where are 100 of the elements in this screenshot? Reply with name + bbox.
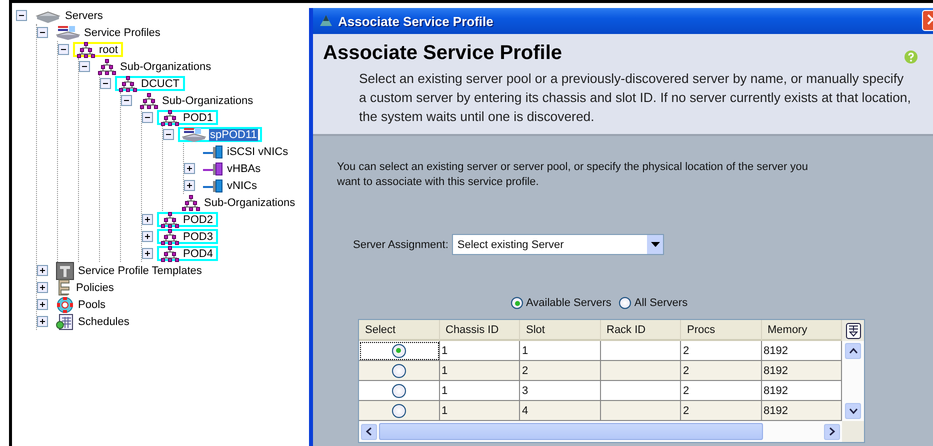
collapse-toggle[interactable]	[142, 112, 153, 123]
expand-toggle[interactable]	[37, 265, 48, 276]
hierarchy-icon	[161, 110, 179, 126]
pool-icon	[56, 296, 74, 314]
dialog-heading: Associate Service Profile	[323, 42, 562, 65]
chevron-up-icon	[848, 348, 858, 354]
tree-item[interactable]: POD2	[157, 212, 218, 227]
tree-item[interactable]: POD4	[157, 246, 218, 261]
row-radio[interactable]	[392, 384, 406, 398]
collapse-toggle[interactable]	[37, 27, 48, 38]
app-icon	[319, 14, 333, 28]
expand-toggle[interactable]	[184, 180, 195, 191]
table-cell: 1	[440, 381, 520, 401]
hierarchy-icon	[140, 92, 158, 108]
collapse-toggle[interactable]	[163, 129, 174, 140]
field-label: Server Assignment:	[353, 238, 448, 250]
tree-item[interactable]: Pools	[77, 298, 107, 310]
tree-item[interactable]: Sub-Organizations	[203, 196, 296, 208]
hierarchy-icon	[98, 58, 116, 74]
collapse-toggle[interactable]	[16, 10, 27, 21]
network-card-icon	[203, 178, 223, 192]
table-cell: 1	[440, 401, 520, 421]
collapse-toggle[interactable]	[100, 78, 111, 89]
hierarchy-icon	[161, 212, 179, 228]
hierarchy-icon	[161, 246, 179, 262]
tree-item[interactable]: POD1	[157, 110, 218, 125]
column-chooser-icon[interactable]	[846, 322, 860, 338]
intro-text: You can select an existing server or server pool, or specify the physical location of the server you want to associate with this service profile.	[337, 160, 810, 190]
calendar-icon	[56, 312, 74, 330]
expand-toggle[interactable]	[142, 214, 153, 225]
row-radio[interactable]	[392, 364, 406, 378]
tree-item[interactable]: Sub-Organizations	[119, 60, 212, 72]
tree-item[interactable]: Service Profiles	[83, 26, 162, 38]
server-profile-icon	[56, 24, 80, 40]
column-header[interactable]: Rack ID	[600, 320, 681, 341]
hierarchy-icon	[77, 42, 95, 58]
scroll-down-button[interactable]	[845, 403, 861, 419]
caret-icon	[650, 242, 660, 247]
table-cell: 8192	[762, 381, 842, 401]
expand-toggle[interactable]	[37, 299, 48, 310]
server-icon	[35, 8, 61, 22]
tree-item[interactable]: Sub-Organizations	[161, 94, 254, 106]
column-header[interactable]: Slot	[520, 320, 600, 341]
network-card-icon	[203, 162, 223, 176]
dialog-description: Select an existing server pool or a previously-discovered server by name, or manually specify a custom server by entering its chassis and slot ID. If no server currently exists at that location, the system waits until one is discovered.	[359, 70, 911, 126]
collapse-toggle[interactable]	[79, 61, 90, 72]
row-radio[interactable]	[392, 344, 406, 358]
hierarchy-icon	[119, 76, 137, 92]
scroll-up-button[interactable]	[845, 343, 861, 359]
table-cell: 2	[681, 401, 762, 421]
table-cell: 1	[440, 361, 520, 381]
chevron-down-icon	[848, 408, 858, 414]
table-cell: 1	[440, 341, 520, 361]
table-cell: 1	[520, 341, 600, 361]
table-cell: 2	[681, 361, 762, 381]
table-cell: 2	[681, 341, 762, 361]
column-header[interactable]: Procs	[681, 320, 762, 341]
tree-item[interactable]: Schedules	[77, 316, 130, 328]
tree-item[interactable]: vNICs	[226, 180, 258, 192]
chevron-left-icon	[366, 427, 372, 436]
scroll-right-button[interactable]	[824, 424, 840, 440]
expand-toggle[interactable]	[184, 163, 195, 174]
collapse-toggle[interactable]	[58, 44, 69, 55]
tree-item[interactable]: iSCSI vNICs	[226, 146, 290, 158]
server-profile-icon	[182, 126, 206, 142]
expand-toggle[interactable]	[37, 316, 48, 327]
tree-item[interactable]: root	[73, 42, 123, 57]
expand-toggle[interactable]	[37, 282, 48, 293]
chevron-right-icon	[829, 427, 835, 436]
table-cell: 8192	[762, 361, 842, 381]
tree-item[interactable]: vHBAs	[226, 162, 262, 174]
table-cell: 2	[520, 361, 600, 381]
server-assignment-dropdown[interactable]: Select existing Server	[452, 234, 664, 255]
tree-item[interactable]: DCUCT	[115, 76, 184, 91]
column-header[interactable]: Memory	[762, 320, 842, 341]
hierarchy-icon	[161, 228, 179, 244]
table-cell: 3	[520, 381, 600, 401]
table-cell: 4	[520, 401, 600, 421]
column-header[interactable]: Select	[359, 320, 440, 341]
scroll-left-button[interactable]	[361, 424, 377, 440]
tree-item[interactable]: spPOD11	[178, 127, 262, 142]
filter-radio[interactable]: All Servers	[619, 297, 688, 309]
tree-item[interactable]: Policies	[75, 282, 115, 294]
table-cell: 8192	[762, 401, 842, 421]
window-title: Associate Service Profile	[338, 14, 494, 28]
tree-item[interactable]: Service Profile Templates	[77, 264, 203, 276]
collapse-toggle[interactable]	[121, 95, 132, 106]
filter-radio[interactable]: Available Servers	[511, 297, 612, 309]
column-header[interactable]: Chassis ID	[440, 320, 520, 341]
expand-toggle[interactable]	[142, 248, 153, 259]
tree-item[interactable]: POD3	[157, 229, 218, 244]
hierarchy-icon	[182, 194, 200, 210]
scroll-thumb[interactable]	[379, 423, 763, 440]
row-radio[interactable]	[392, 404, 406, 418]
table-cell: 2	[681, 381, 762, 401]
tree-item[interactable]: Servers	[64, 10, 104, 22]
scroll-icon	[56, 279, 72, 296]
expand-toggle[interactable]	[142, 231, 153, 242]
network-card-icon	[203, 144, 223, 158]
table-cell: 8192	[762, 341, 842, 361]
